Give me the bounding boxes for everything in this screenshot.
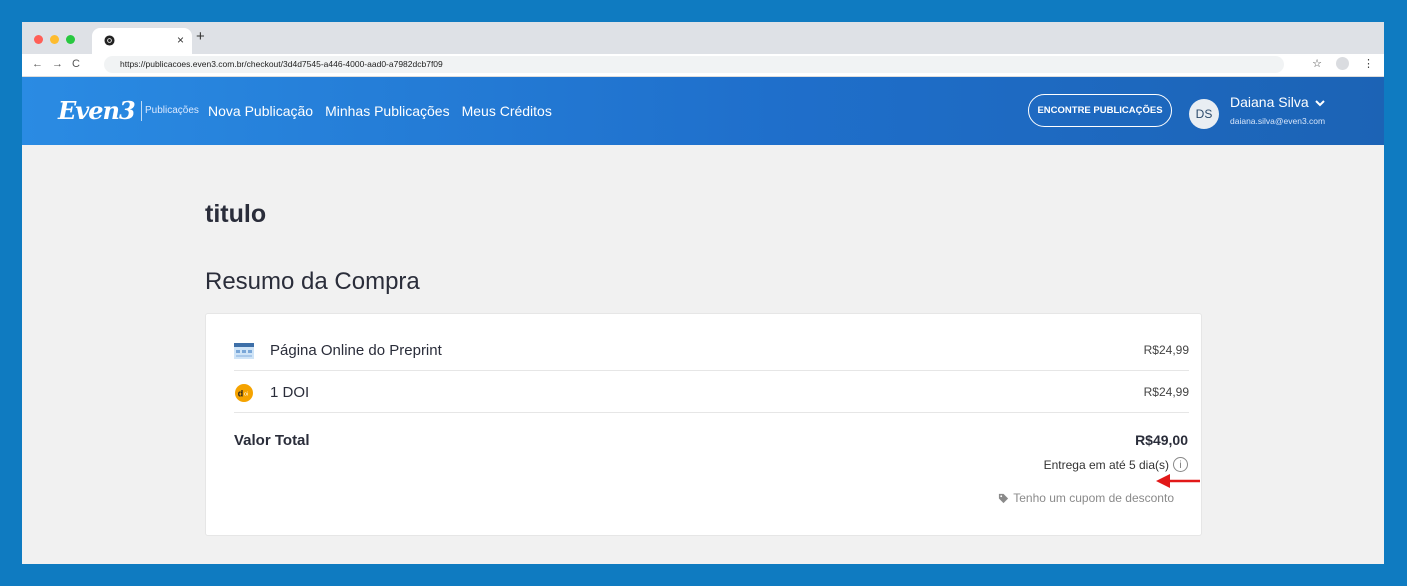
window-controls [34, 35, 75, 44]
total-label: Valor Total [234, 432, 310, 449]
tag-icon [999, 493, 1009, 503]
section-title: Resumo da Compra [205, 268, 420, 295]
user-menu[interactable]: Daiana Silva [1230, 94, 1325, 110]
browser-actions: ☆ ⋮ [1312, 57, 1374, 70]
page-title: titulo [205, 200, 267, 228]
url-field[interactable]: https://publicacoes.even3.com.br/checkou… [104, 56, 1284, 73]
nav-controls: ← → C [32, 58, 80, 70]
item-price: R$24,99 [1143, 343, 1189, 357]
logo-divider [141, 101, 142, 121]
user-name: Daiana Silva [1230, 94, 1309, 110]
chevron-down-icon [1314, 100, 1325, 107]
doi-icon: d oi [235, 384, 253, 402]
webpage-icon [234, 343, 254, 359]
close-window-button[interactable] [34, 35, 43, 44]
new-tab-button[interactable]: + [196, 28, 205, 45]
svg-text:oi: oi [244, 392, 248, 398]
main-nav: Nova Publicação Minhas Publicações Meus … [208, 103, 552, 119]
total-value: R$49,00 [1135, 432, 1188, 448]
forward-icon[interactable]: → [52, 58, 63, 70]
svg-text:d: d [238, 389, 244, 399]
profile-icon[interactable] [1336, 57, 1349, 70]
bookmark-star-icon[interactable]: ☆ [1312, 57, 1322, 70]
maximize-window-button[interactable] [66, 35, 75, 44]
checkout-content: titulo Resumo da Compra Página Online do… [22, 145, 1384, 564]
back-icon[interactable]: ← [32, 58, 43, 70]
address-bar: ← → C https://publicacoes.even3.com.br/c… [22, 54, 1384, 77]
logo-subtitle: Publicações [145, 105, 199, 116]
nav-meus-creditos[interactable]: Meus Créditos [462, 103, 552, 119]
find-publications-button[interactable]: ENCONTRE PUBLICAÇÕES [1028, 94, 1172, 127]
tab-close-icon[interactable]: × [177, 33, 184, 47]
avatar[interactable]: DS [1189, 99, 1219, 129]
reload-icon[interactable]: C [72, 58, 80, 70]
delivery-text: Entrega em até 5 dia(s) [1043, 457, 1169, 472]
coupon-text: Tenho um cupom de desconto [1013, 491, 1174, 505]
item-label: Página Online do Preprint [270, 342, 442, 359]
even3-logo[interactable]: Even3 [58, 96, 136, 125]
menu-kebab-icon[interactable]: ⋮ [1363, 57, 1374, 70]
annotation-arrow-icon [1156, 474, 1200, 488]
tab-bar: × + [22, 22, 1384, 54]
delivery-info: Entrega em até 5 dia(s) i [1044, 457, 1188, 472]
order-item: d oi 1 DOI R$24,99 [234, 373, 1189, 413]
coupon-link[interactable]: Tenho um cupom de desconto [998, 491, 1174, 505]
item-price: R$24,99 [1143, 385, 1189, 399]
order-item: Página Online do Preprint R$24,99 [234, 331, 1189, 371]
info-icon[interactable]: i [1173, 457, 1188, 472]
user-email: daiana.silva@even3.com [1230, 116, 1326, 126]
app-header: Even3 Publicações Nova Publicação Minhas… [22, 77, 1384, 145]
chrome-icon [104, 35, 115, 46]
minimize-window-button[interactable] [50, 35, 59, 44]
browser-tab[interactable]: × [92, 28, 192, 54]
item-label: 1 DOI [270, 384, 310, 401]
nav-nova-publicacao[interactable]: Nova Publicação [208, 103, 313, 119]
order-summary-card: Página Online do Preprint R$24,99 d oi 1… [205, 313, 1202, 536]
nav-minhas-publicacoes[interactable]: Minhas Publicações [325, 103, 450, 119]
